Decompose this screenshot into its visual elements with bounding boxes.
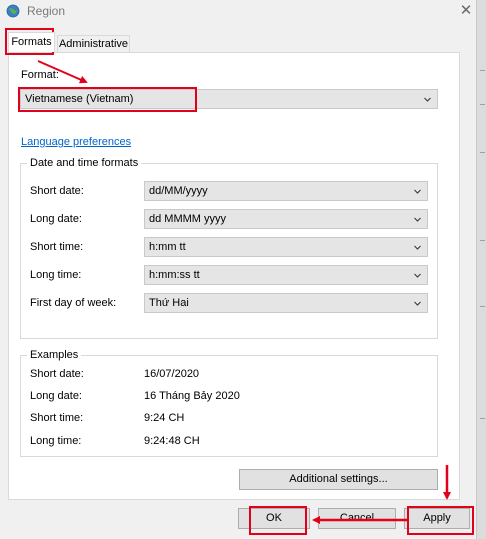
close-icon[interactable]: ✕ [458,2,474,20]
date-time-formats-title: Date and time formats [27,157,142,169]
short-date-label: Short date: [30,185,84,197]
short-time-label: Short time: [30,241,84,253]
first-day-label: First day of week: [30,297,117,309]
example-short-time-value: 9:24 CH [144,412,185,424]
first-day-dropdown[interactable]: Thứ Hai [144,293,428,313]
chevron-down-icon [414,217,421,222]
ok-button[interactable]: OK [238,508,310,529]
apply-button[interactable]: Apply [404,508,470,529]
format-label: Format: [21,69,59,81]
short-time-dropdown[interactable]: h:mm tt [144,237,428,257]
chevron-down-icon [414,273,421,278]
long-time-value: h:mm:ss tt [149,269,200,281]
window-title: Region [27,4,66,18]
chevron-down-icon [414,189,421,194]
chevron-down-icon [414,301,421,306]
background-window-edge [476,0,486,539]
example-long-time-label: Long time: [30,435,82,447]
format-value: Vietnamese (Vietnam) [25,93,134,105]
examples-title: Examples [27,349,82,361]
example-long-date-label: Long date: [30,390,82,402]
short-date-dropdown[interactable]: dd/MM/yyyy [144,181,428,201]
example-long-time-value: 9:24:48 CH [144,435,200,447]
first-day-value: Thứ Hai [149,297,189,309]
chevron-down-icon [424,97,431,102]
tab-formats[interactable]: Formats [8,32,55,52]
format-dropdown[interactable]: Vietnamese (Vietnam) [20,89,438,109]
long-date-value: dd MMMM yyyy [149,213,226,225]
cancel-button[interactable]: Cancel [318,508,396,529]
short-date-value: dd/MM/yyyy [149,185,208,197]
long-time-label: Long time: [30,269,82,281]
example-long-date-value: 16 Tháng Bảy 2020 [144,390,240,402]
region-dialog: Region ✕ Formats Administrative Format: … [0,0,476,539]
example-short-date-label: Short date: [30,368,84,380]
tab-administrative[interactable]: Administrative [57,35,130,52]
title-bar: Region ✕ [0,0,476,24]
long-time-dropdown[interactable]: h:mm:ss tt [144,265,428,285]
example-short-time-label: Short time: [30,412,84,424]
long-date-dropdown[interactable]: dd MMMM yyyy [144,209,428,229]
language-preferences-link[interactable]: Language preferences [21,136,131,148]
short-time-value: h:mm tt [149,241,186,253]
long-date-label: Long date: [30,213,82,225]
globe-icon [6,4,20,18]
chevron-down-icon [414,245,421,250]
additional-settings-button[interactable]: Additional settings... [239,469,438,490]
example-short-date-value: 16/07/2020 [144,368,200,380]
